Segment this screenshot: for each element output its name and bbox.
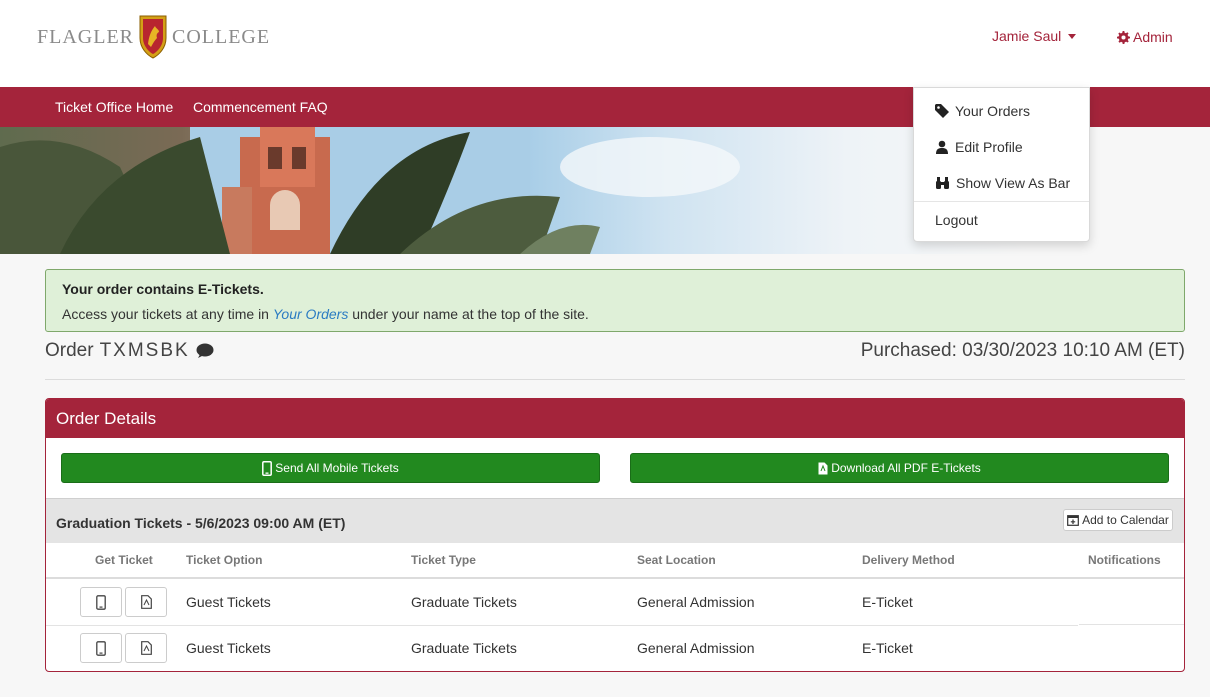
panel-title: Order Details [56, 409, 157, 428]
event-section-header: Graduation Tickets - 5/6/2023 09:00 AM (… [46, 498, 1184, 543]
column-header-get-ticket: Get Ticket [95, 553, 153, 567]
row-1-ticket-type: Graduate Tickets [411, 594, 517, 610]
order-details-panel: Order Details Send All Mobile Tickets Do… [45, 398, 1185, 672]
user-name: Jamie Saul [992, 28, 1062, 44]
column-header-notifications: Notifications [1088, 553, 1161, 567]
caret-down-icon [1068, 33, 1077, 39]
alert-text: Access your tickets at any time in Your … [62, 306, 589, 322]
add-to-calendar-button[interactable]: Add to Calendar [1063, 509, 1173, 531]
calendar-plus-icon [1067, 515, 1080, 526]
dropdown-item-edit-profile[interactable]: Edit Profile [935, 139, 1023, 155]
row-2-ticket-option: Guest Tickets [186, 640, 271, 656]
column-header-ticket-option: Ticket Option [186, 553, 263, 567]
mobile-phone-icon [96, 640, 106, 656]
your-orders-link[interactable]: Your Orders [273, 306, 348, 322]
order-label: Order [45, 340, 94, 361]
nav-item-ticket-office-home[interactable]: Ticket Office Home [55, 99, 173, 115]
dropdown-item-show-view-as-bar[interactable]: Show View As Bar [935, 175, 1070, 191]
mobile-phone-icon [262, 460, 273, 476]
site-header: FLAGLER COLLEGE Jamie Saul Admin [0, 0, 1210, 87]
order-title: Order TXMSBK [45, 340, 214, 362]
send-all-mobile-tickets-button[interactable]: Send All Mobile Tickets [61, 453, 600, 483]
row-2-seat-location: General Admission [637, 640, 755, 656]
shield-logo-icon [139, 15, 167, 59]
row-2-pdf-ticket-button[interactable] [125, 633, 167, 663]
row-2-mobile-ticket-button[interactable] [80, 633, 122, 663]
notifications-cell [1079, 579, 1184, 625]
pdf-file-icon [140, 641, 152, 655]
dropdown-item-logout[interactable]: Logout [935, 212, 978, 228]
order-code: TXMSBK [99, 340, 190, 361]
row-1-ticket-option: Guest Tickets [186, 594, 271, 610]
tag-icon [935, 104, 949, 118]
admin-label: Admin [1133, 29, 1173, 45]
row-1-seat-location: General Admission [637, 594, 755, 610]
pdf-file-icon [140, 595, 152, 609]
logo-word-right: COLLEGE [172, 25, 271, 48]
row-2-delivery-method: E-Ticket [862, 640, 913, 656]
dropdown-item-your-orders[interactable]: Your Orders [935, 103, 1030, 119]
dropdown-divider [914, 201, 1089, 202]
row-1-pdf-ticket-button[interactable] [125, 587, 167, 617]
comment-icon[interactable] [196, 343, 214, 359]
row-1-mobile-ticket-button[interactable] [80, 587, 122, 617]
row-divider [46, 625, 1078, 626]
event-title: Graduation Tickets - 5/6/2023 09:00 AM (… [56, 515, 346, 531]
user-icon [936, 140, 948, 154]
mobile-phone-icon [96, 594, 106, 610]
panel-header: Order Details [46, 399, 1184, 438]
user-dropdown-menu: Your Orders Edit Profile Show View As Ba… [913, 87, 1090, 242]
row-1-delivery-method: E-Ticket [862, 594, 913, 610]
gear-icon [1117, 30, 1130, 44]
row-2-ticket-type: Graduate Tickets [411, 640, 517, 656]
column-header-delivery-method: Delivery Method [862, 553, 955, 567]
nav-item-commencement-faq[interactable]: Commencement FAQ [193, 99, 328, 115]
column-header-ticket-type: Ticket Type [411, 553, 476, 567]
column-header-seat-location: Seat Location [637, 553, 716, 567]
divider [45, 379, 1185, 380]
download-all-pdf-etickets-button[interactable]: Download All PDF E-Tickets [630, 453, 1169, 483]
admin-link[interactable]: Admin [1117, 29, 1173, 45]
flagler-college-logo[interactable]: FLAGLER COLLEGE [37, 13, 270, 61]
user-menu-toggle[interactable]: Jamie Saul [992, 28, 1077, 44]
pdf-file-icon [818, 462, 828, 474]
table-header-divider [46, 577, 1184, 579]
purchased-date: Purchased: 03/30/2023 10:10 AM (ET) [860, 340, 1185, 361]
logo-word-left: FLAGLER [37, 25, 134, 48]
eticket-alert: Your order contains E-Tickets. Access yo… [45, 269, 1185, 332]
binoculars-icon [936, 177, 949, 189]
alert-title: Your order contains E-Tickets. [62, 281, 264, 297]
